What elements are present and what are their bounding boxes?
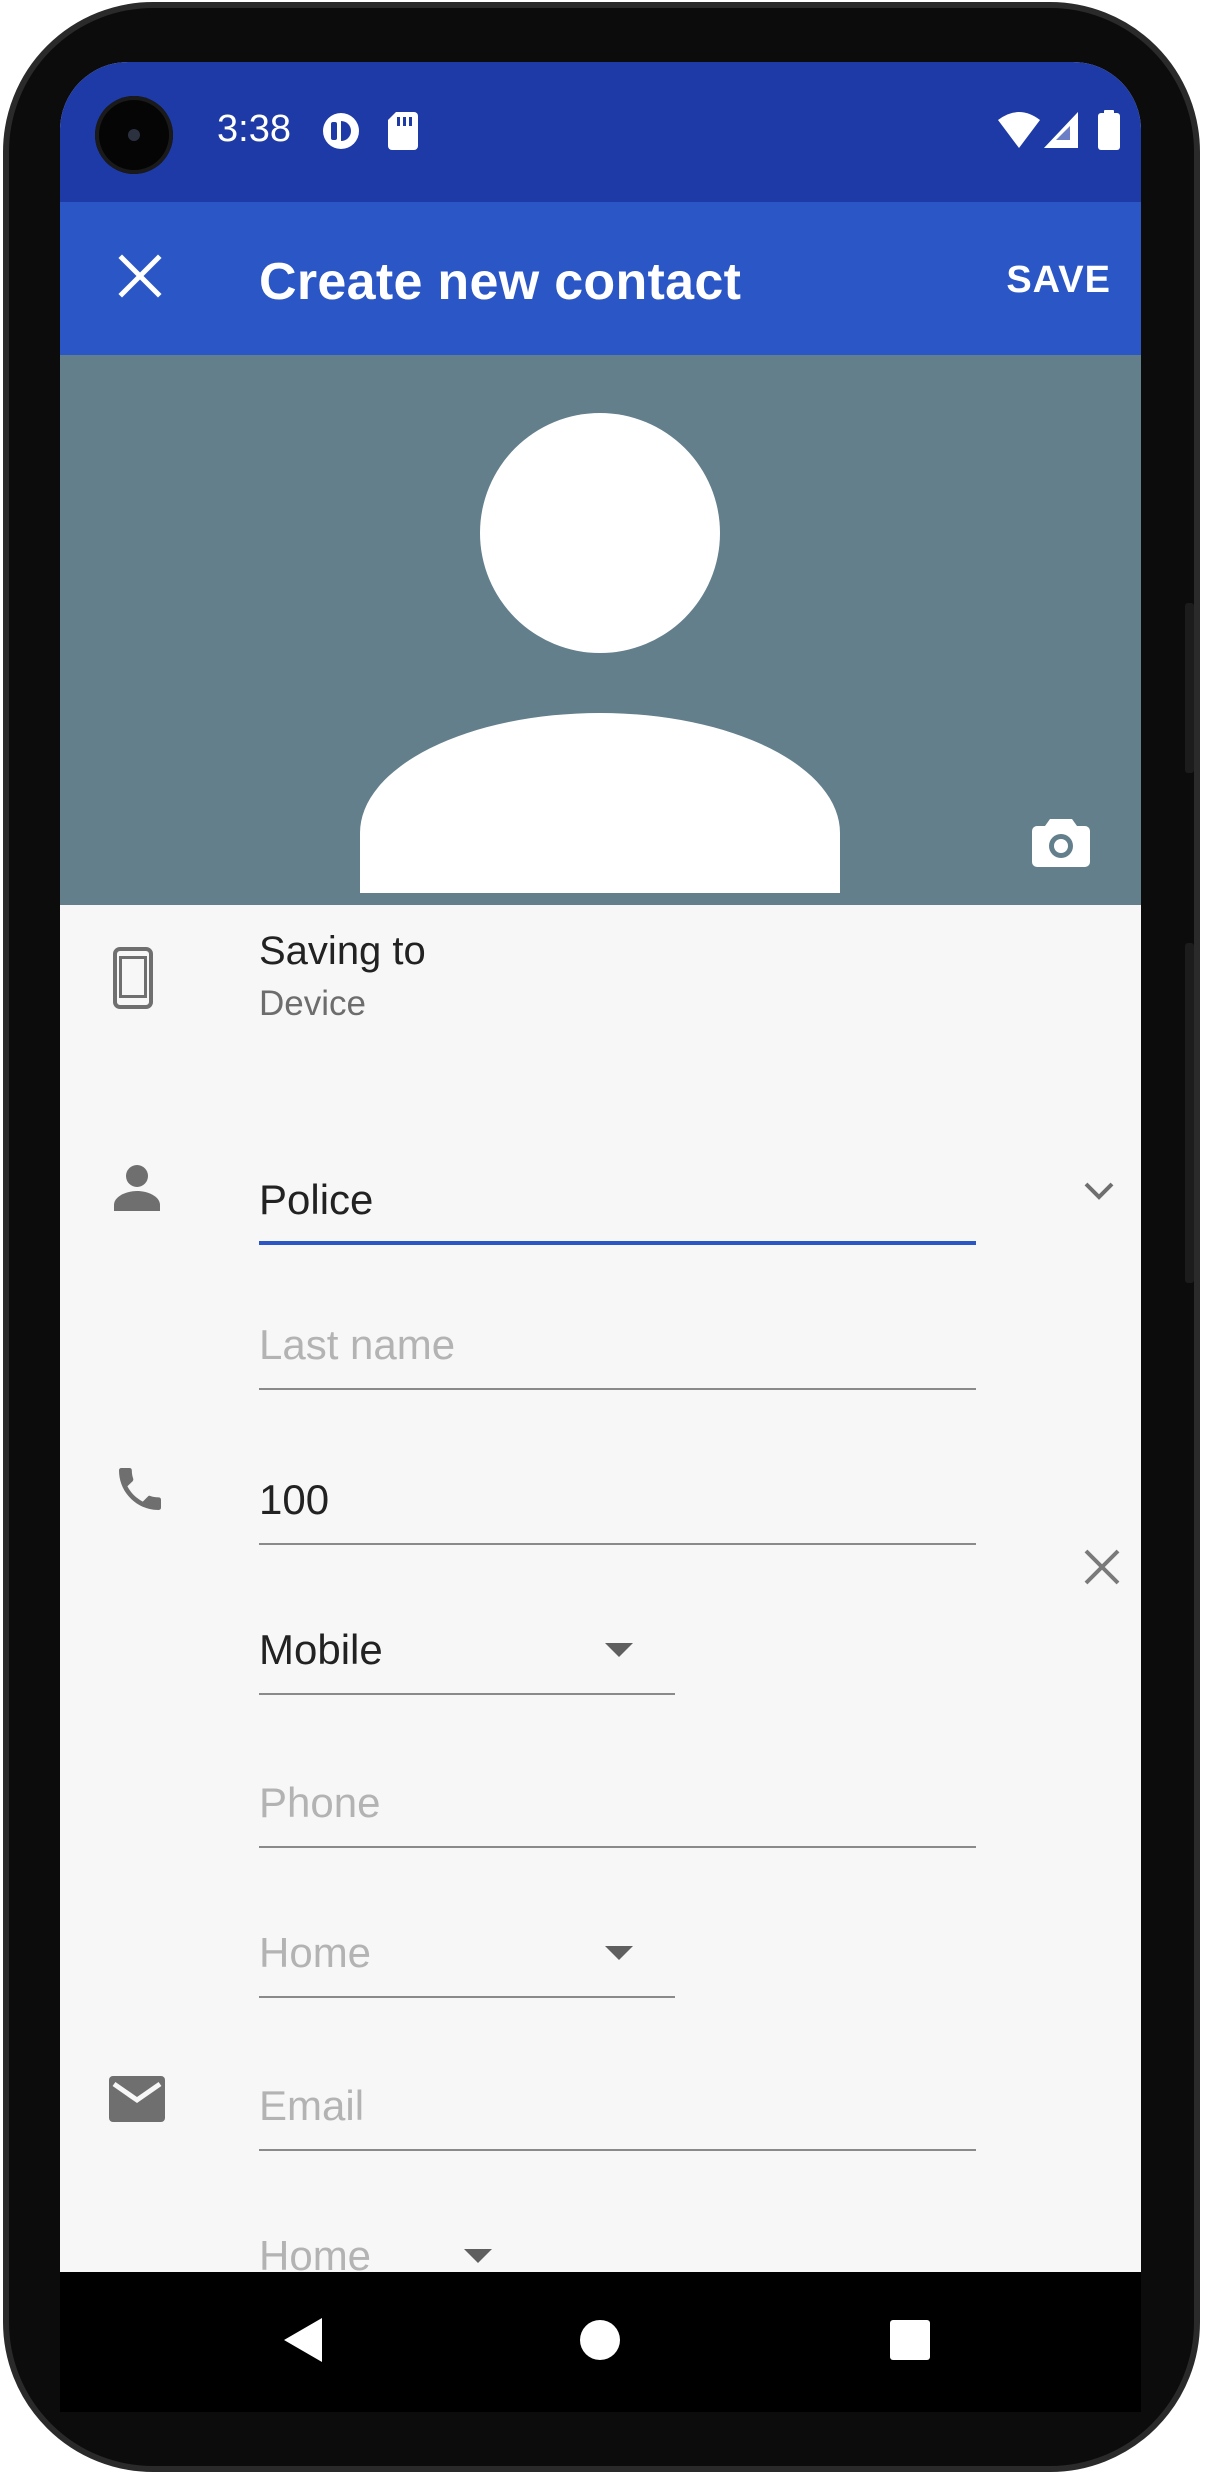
- first-name-value: Police: [259, 1176, 374, 1223]
- email-field[interactable]: Email: [259, 2061, 976, 2151]
- dropdown-arrow-icon: [464, 2249, 492, 2263]
- close-icon: [118, 253, 162, 303]
- expand-name-button[interactable]: [1079, 1173, 1119, 1213]
- wifi-icon: [998, 112, 1040, 153]
- battery-icon: [1098, 110, 1120, 155]
- status-time: 3:38: [217, 108, 291, 150]
- contact-form: Saving to Device Police Last name 100 Mo…: [60, 905, 1141, 2272]
- dropdown-arrow-icon: [605, 1643, 633, 1657]
- screen: 3:38 Create new contact SAVE Saving to D…: [60, 62, 1141, 2272]
- phone-type-value: Mobile: [259, 1626, 383, 1673]
- saving-to-label: Saving to: [259, 929, 426, 973]
- recents-icon: [889, 2319, 931, 2366]
- last-name-field[interactable]: Last name: [259, 1300, 976, 1390]
- first-name-field[interactable]: Police: [259, 1155, 976, 1245]
- sd-card-icon: [388, 112, 418, 155]
- volume-button: [1185, 603, 1194, 773]
- phone-icon: [112, 1461, 168, 1517]
- navigation-bar: [60, 2272, 1141, 2412]
- page-title: Create new contact: [259, 253, 742, 311]
- home-button[interactable]: [562, 2304, 638, 2380]
- last-name-placeholder: Last name: [259, 1321, 456, 1368]
- data-saver-icon: [322, 112, 360, 155]
- back-button[interactable]: [265, 2304, 341, 2380]
- email-type-select[interactable]: Home: [259, 2211, 534, 2272]
- phone-type-select[interactable]: Mobile: [259, 1605, 675, 1695]
- phone-type-select-2[interactable]: Home: [259, 1908, 675, 1998]
- back-icon: [282, 2316, 324, 2369]
- remove-phone-button[interactable]: [1080, 1547, 1124, 1591]
- contact-photo[interactable]: [60, 355, 1141, 905]
- person-icon: [112, 1164, 162, 1212]
- saving-to-value: Device: [259, 984, 366, 1023]
- phone-field[interactable]: 100: [259, 1455, 976, 1545]
- avatar-placeholder-head: [480, 413, 720, 653]
- status-bar: 3:38: [60, 62, 1141, 202]
- email-placeholder: Email: [259, 2082, 365, 2129]
- dropdown-arrow-icon: [605, 1946, 633, 1960]
- phone-value: 100: [259, 1476, 330, 1523]
- home-icon: [579, 2319, 621, 2366]
- cell-signal-icon: [1044, 112, 1078, 153]
- change-photo-button[interactable]: [1025, 807, 1097, 879]
- front-camera: [95, 96, 173, 174]
- avatar-placeholder-body: [360, 713, 840, 893]
- close-button[interactable]: [100, 238, 180, 318]
- app-bar: Create new contact SAVE: [60, 202, 1141, 355]
- phone-type-placeholder: Home: [259, 1929, 372, 1976]
- close-icon: [1082, 1547, 1122, 1592]
- save-button[interactable]: SAVE: [1006, 252, 1111, 308]
- email-type-placeholder: Home: [259, 2232, 372, 2272]
- power-button: [1185, 943, 1194, 1283]
- camera-icon: [1032, 815, 1090, 872]
- recents-button[interactable]: [872, 2304, 948, 2380]
- phone-placeholder: Phone: [259, 1779, 381, 1826]
- smartphone-icon: [112, 947, 154, 1009]
- phone-field-2[interactable]: Phone: [259, 1758, 976, 1848]
- email-icon: [108, 2075, 166, 2123]
- chevron-down-icon: [1083, 1180, 1115, 1207]
